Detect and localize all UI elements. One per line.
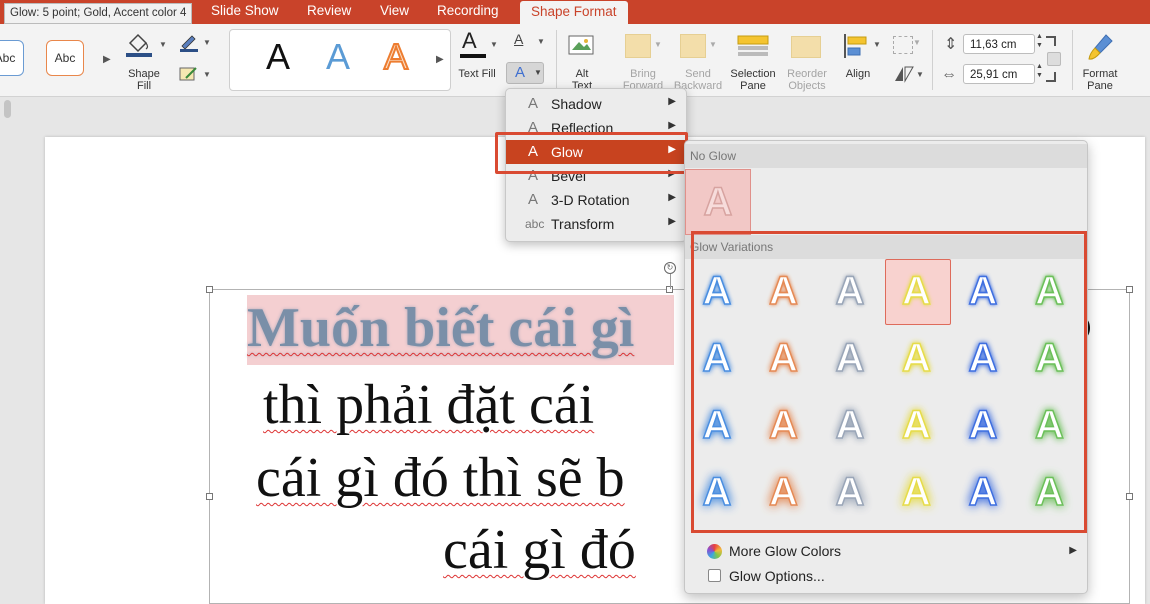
3d-rotation-effect-icon: A <box>528 191 539 208</box>
text-effects-button[interactable]: A ▼ <box>506 62 544 84</box>
paint-bucket-icon[interactable] <box>124 31 156 59</box>
reorder-objects-label[interactable]: Reorder Objects <box>782 68 832 92</box>
shape-styles-more-icon[interactable]: ▶ <box>103 54 111 65</box>
glow-options-checkbox[interactable] <box>708 569 721 582</box>
shape-fill-label[interactable]: Shape Fill <box>124 68 164 92</box>
menu-item-shadow[interactable]: A Shadow ▶ <box>506 92 686 116</box>
slide-text-line-1[interactable]: Muốn biết cái gì <box>247 295 675 365</box>
shape-effects-icon[interactable] <box>178 65 200 83</box>
transform-effect-icon: abc <box>525 217 545 231</box>
submenu-arrow-icon: ▶ <box>668 216 676 227</box>
rotate-icon[interactable] <box>893 65 915 83</box>
text-fill-label[interactable]: Text Fill <box>454 68 500 80</box>
more-glow-colors-item[interactable]: More Glow Colors <box>729 543 841 559</box>
alt-text-icon[interactable] <box>566 32 598 62</box>
tab-view[interactable]: View <box>380 0 409 24</box>
slide-text-line-4[interactable]: cái gì đó <box>443 517 636 583</box>
shape-fill-chevron-icon[interactable]: ▼ <box>159 40 167 49</box>
menu-item-3d-rotation[interactable]: A 3-D Rotation ▶ <box>506 188 686 212</box>
annotation-highlight-variations <box>691 231 1087 533</box>
group-chevron-icon[interactable]: ▼ <box>913 38 921 47</box>
slide-text-line-3[interactable]: cái gì đó thì sẽ b <box>256 445 625 511</box>
no-glow-heading: No Glow <box>685 144 1087 168</box>
rotate-handle-stem <box>670 274 671 289</box>
outline-chevron-icon[interactable]: ▼ <box>203 38 211 47</box>
group-icon[interactable] <box>893 36 913 54</box>
wordart-styles-gallery: A A A <box>229 29 451 91</box>
menu-item-label: Transform <box>551 216 615 232</box>
shadow-effect-icon: A <box>528 95 539 112</box>
width-icon: ⇔ <box>941 66 957 83</box>
format-pane-brush-icon[interactable] <box>1086 32 1116 62</box>
glow-tooltip: Glow: 5 point; Gold, Accent color 4 <box>4 3 193 24</box>
text-fill-color-bar <box>460 54 486 58</box>
bring-forward-icon[interactable] <box>625 34 651 58</box>
submenu-arrow-icon: ▶ <box>1069 545 1077 556</box>
ribbon-divider <box>932 30 933 90</box>
glow-letter-icon: A <box>703 179 733 225</box>
text-fill-chevron-icon[interactable]: ▼ <box>490 40 498 49</box>
shape-style-thumb-1[interactable]: Abc <box>0 40 24 76</box>
lock-aspect-toggle[interactable] <box>1047 52 1061 66</box>
wordart-more-icon[interactable]: ▶ <box>436 54 444 65</box>
align-chevron-icon[interactable]: ▼ <box>873 40 881 49</box>
menu-item-transform[interactable]: abc Transform ▶ <box>506 212 686 236</box>
submenu-arrow-icon: ▶ <box>668 96 676 107</box>
send-backward-chevron-icon[interactable]: ▼ <box>709 40 717 49</box>
ribbon-divider <box>1072 30 1073 90</box>
crop-corner-icon <box>1046 72 1056 82</box>
resize-handle[interactable] <box>1126 493 1133 500</box>
shape-height-input[interactable]: 11,63 cm <box>963 34 1035 54</box>
width-stepper-icon[interactable]: ▲ ▼ <box>1036 62 1043 80</box>
no-glow-option[interactable]: A <box>685 169 751 235</box>
wordart-style-blue[interactable]: A <box>326 36 350 78</box>
ribbon-divider <box>556 30 557 90</box>
tab-review[interactable]: Review <box>307 0 351 24</box>
wordart-style-black[interactable]: A <box>266 36 290 78</box>
resize-handle[interactable] <box>1126 286 1133 293</box>
vertical-scrollbar[interactable] <box>4 100 11 118</box>
shape-width-input[interactable]: 25,91 cm <box>963 64 1035 84</box>
pen-outline-icon[interactable] <box>178 32 202 52</box>
ribbon-tab-bar: Glow: 5 point; Gold, Accent color 4 Slid… <box>0 0 1150 24</box>
resize-handle[interactable] <box>206 286 213 293</box>
text-outline-chevron-icon[interactable]: ▼ <box>537 37 545 46</box>
selection-pane-label[interactable]: Selection Pane <box>726 68 780 92</box>
tab-shape-format[interactable]: Shape Format <box>520 1 628 24</box>
format-pane-label[interactable]: Format Pane <box>1078 68 1122 92</box>
height-icon: ⇕ <box>944 36 958 53</box>
submenu-arrow-icon: ▶ <box>668 120 676 131</box>
align-icon[interactable] <box>842 32 872 60</box>
align-label[interactable]: Align <box>840 68 876 80</box>
text-effects-chevron-icon: ▼ <box>534 68 542 77</box>
submenu-arrow-icon: ▶ <box>668 192 676 203</box>
resize-handle[interactable] <box>206 493 213 500</box>
rotate-chevron-icon[interactable]: ▼ <box>916 70 924 79</box>
menu-item-label: Shadow <box>551 96 602 112</box>
glow-options-item[interactable]: Glow Options... <box>729 568 825 584</box>
ribbon: Abc Abc ▶ ▼ Shape Fill ▼ ▼ A A A ▶ A ▼ T… <box>0 24 1150 97</box>
selection-pane-icon[interactable] <box>736 32 770 62</box>
reorder-objects-icon[interactable] <box>791 36 821 58</box>
color-wheel-icon <box>707 544 722 559</box>
text-effects-icon: A <box>515 64 526 81</box>
text-fill-icon[interactable]: A <box>462 28 477 54</box>
tab-recording[interactable]: Recording <box>437 0 499 24</box>
shape-style-thumb-2[interactable]: Abc <box>46 40 84 76</box>
tab-slide-show[interactable]: Slide Show <box>211 0 279 24</box>
slide-text-line-2[interactable]: thì phải đặt cái <box>263 372 594 438</box>
crop-corner-icon <box>1046 36 1056 46</box>
height-stepper-icon[interactable]: ▲ ▼ <box>1036 32 1043 50</box>
bring-forward-chevron-icon[interactable]: ▼ <box>654 40 662 49</box>
annotation-highlight-glow <box>495 132 688 174</box>
wordart-style-orange-outline[interactable]: A <box>383 35 409 78</box>
rotate-handle-icon[interactable]: ↻ <box>664 262 676 274</box>
text-outline-icon[interactable]: A <box>514 31 523 47</box>
effects-chevron-icon[interactable]: ▼ <box>203 70 211 79</box>
menu-item-label: 3-D Rotation <box>551 192 630 208</box>
send-backward-icon[interactable] <box>680 34 706 58</box>
